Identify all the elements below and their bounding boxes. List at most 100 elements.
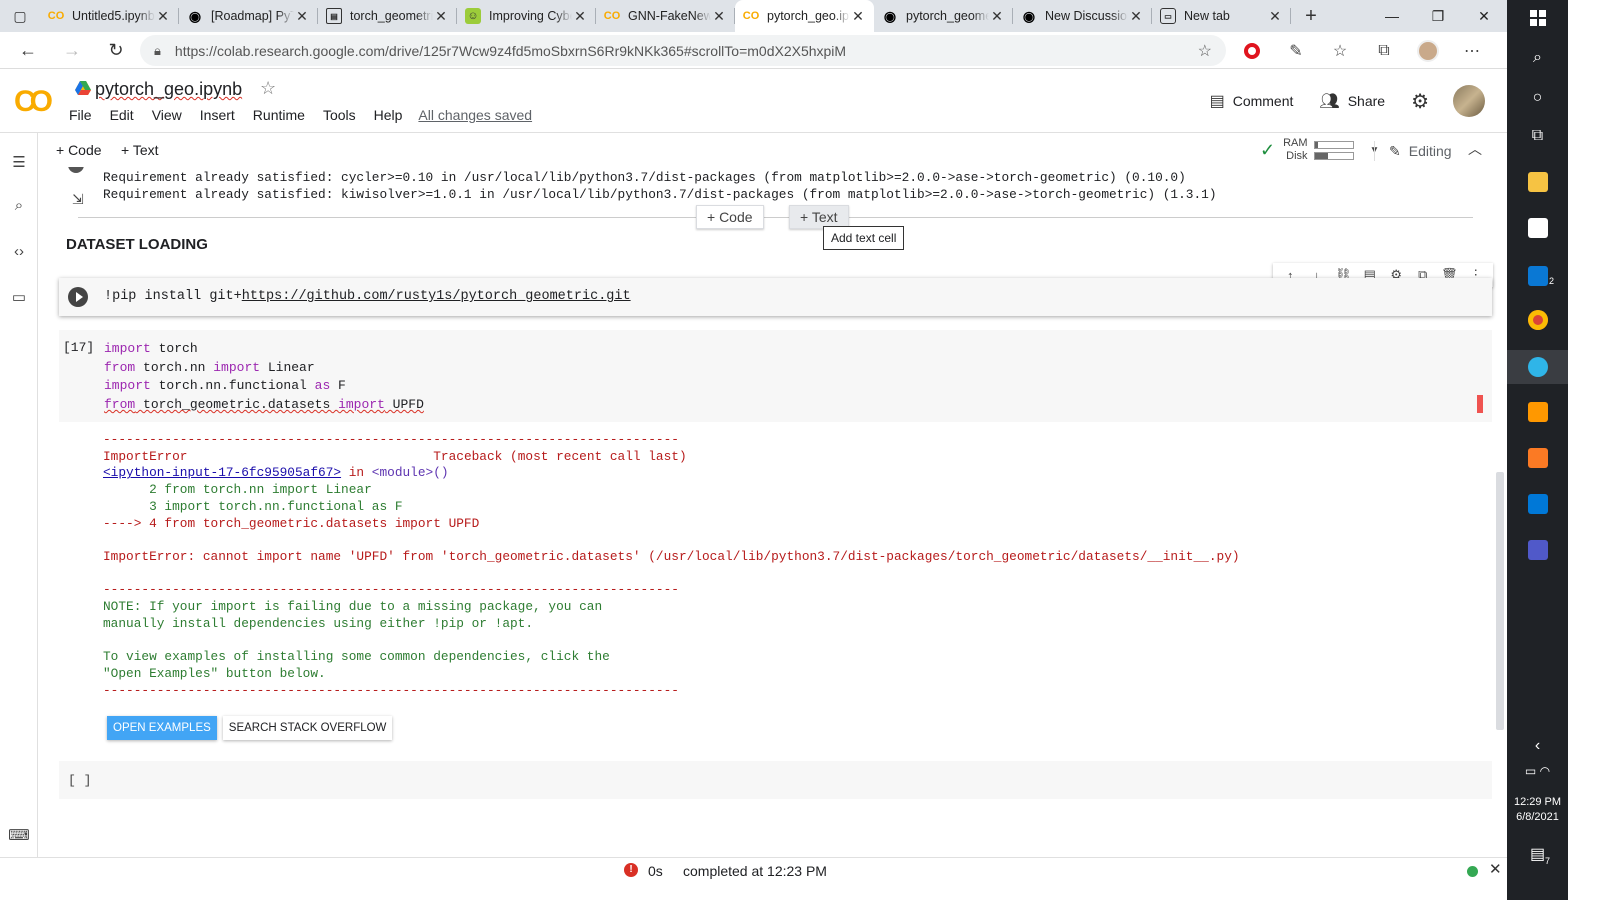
colab-icon: CO (603, 10, 621, 22)
table-of-contents-icon[interactable]: ☰ (0, 153, 38, 171)
teams-icon[interactable] (1507, 534, 1568, 566)
browser-tab[interactable]: ☺ Improving Cyber ✕ (457, 0, 596, 32)
save-status-link[interactable]: All changes saved (411, 107, 532, 123)
keyword: as (314, 378, 331, 394)
close-window-icon[interactable]: ✕ (1461, 0, 1507, 32)
menu-runtime[interactable]: Runtime (244, 107, 314, 123)
browser-tab[interactable]: CO GNN-FakeNews ✕ (596, 0, 735, 32)
browser-tab[interactable]: CO Untitled5.ipynb ✕ (40, 0, 179, 32)
close-tab-icon[interactable]: ✕ (572, 8, 588, 25)
desktop-edge (1568, 0, 1600, 900)
vscode-icon[interactable] (1507, 488, 1568, 520)
windows-start-icon[interactable] (1507, 2, 1568, 34)
taskbar-search-icon[interactable]: ⌕ (1507, 42, 1568, 74)
empty-code-cell[interactable]: [ ] (59, 761, 1492, 799)
code-cell-pip[interactable]: !pip install git+https://github.com/rust… (59, 278, 1492, 316)
comment-button[interactable]: ▤ Comment (1210, 91, 1294, 111)
code-cell-17[interactable]: [17] import torch from torch.nn import L… (59, 330, 1492, 422)
insert-code-cell-button[interactable]: + Code (696, 205, 764, 229)
chrome-icon[interactable] (1507, 304, 1568, 336)
notifications-icon[interactable]: ▤ (1507, 838, 1568, 870)
close-tab-icon[interactable]: ✕ (989, 8, 1005, 25)
input-link[interactable]: <ipython-input-17-6fc95905af67> (103, 465, 341, 480)
resources-indicator[interactable]: ✓ RAM Disk ▼ (1260, 137, 1379, 163)
close-tab-icon[interactable]: ✕ (1128, 8, 1144, 25)
favorite-icon[interactable]: ☆ (1198, 41, 1212, 61)
settings-button[interactable]: ⚙ (1411, 89, 1429, 114)
task-view-icon[interactable]: ⧉ (1507, 120, 1568, 152)
error-status-icon[interactable]: ! (624, 863, 638, 877)
close-tab-icon[interactable]: ✕ (850, 8, 866, 25)
folder-icon[interactable]: ▭ (0, 288, 38, 306)
store-icon[interactable] (1507, 212, 1568, 244)
add-code-button[interactable]: + Code (56, 142, 102, 158)
menu-help[interactable]: Help (365, 107, 412, 123)
menu-insert[interactable]: Insert (191, 107, 244, 123)
opera-extension-icon[interactable] (1230, 42, 1274, 59)
url-field[interactable]: 🔒︎ https://colab.research.google.com/dri… (140, 35, 1226, 66)
close-status-icon[interactable]: ✕ (1489, 860, 1502, 878)
forward-button[interactable]: → (50, 32, 94, 69)
browser-tab[interactable]: ◉ New Discussion ✕ (1013, 0, 1152, 32)
close-tab-icon[interactable]: ✕ (294, 8, 310, 25)
output-redirect-icon[interactable]: ⇲ (72, 191, 84, 208)
close-tab-icon[interactable]: ✕ (711, 8, 727, 25)
xampp-icon[interactable] (1507, 442, 1568, 474)
search-icon[interactable]: ⌕ (0, 197, 38, 214)
code-snippets-icon[interactable]: ‹› (0, 243, 38, 260)
tab-title: Improving Cyber (489, 9, 572, 23)
sublime-icon[interactable] (1507, 396, 1568, 428)
cell-code[interactable]: import torch from torch.nn import Linear… (104, 340, 424, 415)
refresh-button[interactable]: ↻ (94, 32, 138, 69)
comment-icon: ▤ (1209, 93, 1225, 110)
collapse-header-icon[interactable]: ︿ (1468, 139, 1482, 159)
browser-tab[interactable]: ▭ New tab ✕ (1152, 0, 1291, 32)
back-button[interactable]: ← (6, 32, 50, 69)
more-menu-icon[interactable]: ⋯ (1450, 41, 1494, 61)
star-icon[interactable]: ☆ (260, 78, 276, 99)
account-avatar[interactable] (1453, 85, 1485, 117)
collections-icon[interactable]: ⧉ (1362, 42, 1406, 60)
browser-tab[interactable]: ◉ [Roadmap] PyTorch✕ (179, 0, 318, 32)
tab-actions-icon[interactable]: ▢ (0, 0, 40, 32)
menu-edit[interactable]: Edit (101, 107, 143, 123)
code-text: torch_geometric.datasets (135, 397, 339, 413)
pen-extension-icon[interactable]: ✎ (1274, 41, 1318, 61)
edge-icon[interactable] (1507, 350, 1568, 384)
browser-tab[interactable]: ▤ torch_geometric ✕ (318, 0, 457, 32)
cortana-icon[interactable]: ○ (1507, 82, 1568, 114)
add-text-button[interactable]: + Text (121, 142, 159, 158)
menu-tools[interactable]: Tools (314, 107, 365, 123)
menu-view[interactable]: View (143, 107, 191, 123)
colab-logo[interactable]: CO (14, 85, 53, 119)
keyword: import (104, 341, 151, 356)
browser-tab[interactable]: ◉ pytorch_geometric✕ (874, 0, 1013, 32)
run-cell-button[interactable] (68, 287, 88, 307)
terminal-icon[interactable]: ⌨ (0, 826, 38, 844)
notebook-title[interactable]: pytorch_geo.ipynb (95, 79, 242, 100)
drive-icon[interactable] (75, 81, 91, 95)
search-stack-overflow-button[interactable]: SEARCH STACK OVERFLOW (222, 716, 393, 740)
editing-mode-button[interactable]: ✎ Editing (1374, 141, 1452, 161)
lock-icon[interactable]: 🔒︎ (154, 43, 161, 59)
scrollbar[interactable] (1496, 472, 1504, 730)
battery-network-icon[interactable]: ▭ ◠ (1507, 755, 1568, 787)
taskbar-clock[interactable]: 12:29 PM 6/8/2021 (1507, 795, 1568, 825)
close-tab-icon[interactable]: ✕ (155, 8, 171, 25)
prev-cell-run-icon[interactable] (68, 167, 84, 173)
profile-icon[interactable] (1406, 39, 1450, 62)
browser-tab[interactable]: CO pytorch_geo.ipynb✕ (735, 0, 874, 32)
mail-icon[interactable] (1507, 260, 1568, 292)
close-tab-icon[interactable]: ✕ (433, 8, 449, 25)
close-tab-icon[interactable]: ✕ (1267, 8, 1283, 25)
maximize-icon[interactable]: ❐ (1415, 0, 1461, 32)
file-explorer-icon[interactable] (1507, 166, 1568, 198)
minimize-icon[interactable]: — (1369, 0, 1415, 32)
repo-link[interactable]: https://github.com/rusty1s/pytorch_geome… (242, 289, 631, 304)
open-examples-button[interactable]: OPEN EXAMPLES (107, 716, 217, 740)
menu-file[interactable]: File (60, 107, 101, 123)
new-tab-button[interactable]: + (1291, 0, 1331, 32)
favorites-icon[interactable]: ☆ (1318, 41, 1362, 61)
share-button[interactable]: 👥︎ Share (1319, 91, 1385, 111)
cell-code[interactable]: !pip install git+https://github.com/rust… (104, 289, 631, 304)
